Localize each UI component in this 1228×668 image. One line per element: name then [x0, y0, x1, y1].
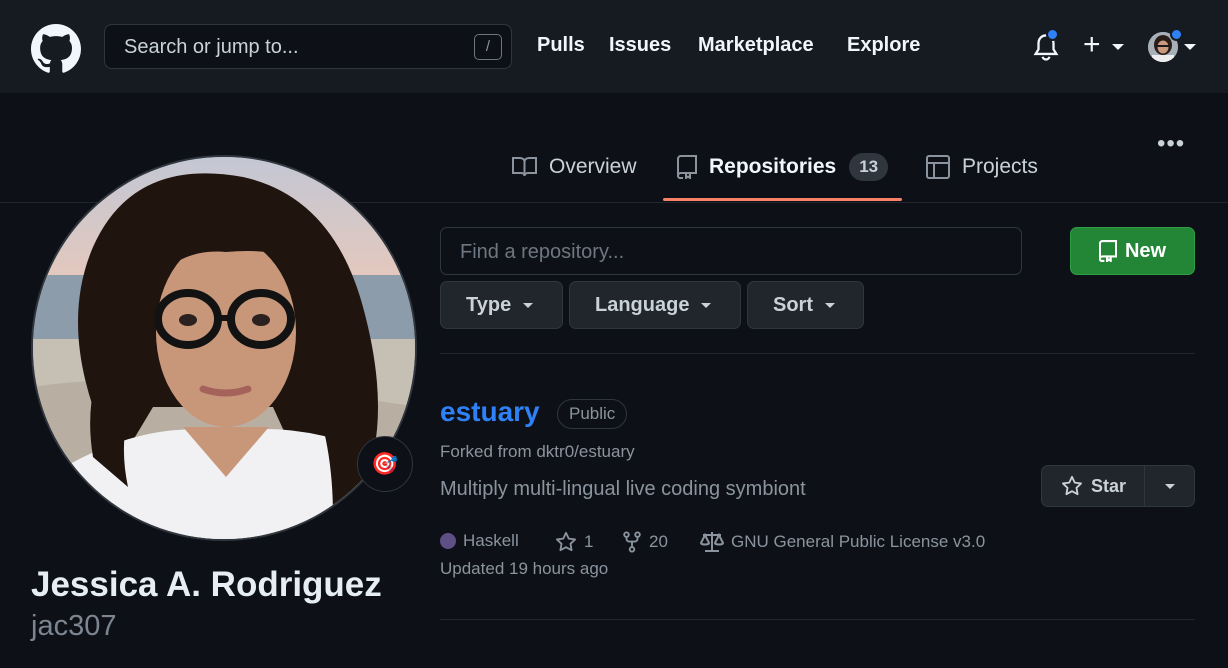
chevron-down-icon: [523, 302, 534, 308]
nav-explore[interactable]: Explore: [847, 34, 920, 57]
tab-repositories[interactable]: Repositories 13: [677, 152, 889, 182]
list-divider: [440, 619, 1195, 620]
star-icon: [556, 531, 576, 552]
book-icon: [512, 157, 537, 177]
create-new-plus-icon[interactable]: +: [1083, 30, 1101, 60]
nav-issues[interactable]: Issues: [609, 34, 671, 57]
search-input[interactable]: Search or jump to... /: [104, 24, 512, 69]
repo-license-label: GNU General Public License v3.0: [731, 532, 986, 551]
nav-marketplace[interactable]: Marketplace: [698, 34, 814, 57]
tab-overview[interactable]: Overview: [512, 152, 637, 182]
profile-avatar[interactable]: [31, 155, 417, 541]
search-shortcut-key: /: [474, 34, 502, 60]
repo-icon: [1098, 240, 1117, 262]
repo-description: Multiply multi-lingual live coding symbi…: [440, 478, 806, 500]
star-button-group: Star: [1041, 465, 1195, 507]
chevron-down-icon: [701, 302, 712, 308]
github-logo-icon[interactable]: [31, 24, 81, 74]
repo-language-label: Haskell: [463, 531, 519, 550]
notification-unread-dot: [1046, 28, 1059, 41]
repo-forked-from[interactable]: Forked from dktr0/estuary: [440, 442, 635, 462]
repo-forks-link[interactable]: 20: [622, 531, 668, 553]
new-repository-button[interactable]: New: [1070, 227, 1195, 275]
star-button-label: Star: [1091, 475, 1127, 496]
repo-stars-count: 1: [584, 532, 594, 551]
repo-stars-link[interactable]: 1: [555, 531, 593, 553]
tab-projects[interactable]: Projects: [926, 152, 1038, 182]
language-filter-dropdown[interactable]: Language: [569, 281, 741, 329]
profile-username: jac307: [31, 610, 117, 642]
project-table-icon: [926, 155, 950, 179]
find-repository-input[interactable]: Find a repository...: [440, 227, 1022, 275]
repo-visibility-badge: Public: [557, 399, 628, 429]
list-divider: [440, 353, 1195, 354]
find-repository-placeholder: Find a repository...: [460, 241, 625, 263]
sort-filter-dropdown[interactable]: Sort: [747, 281, 864, 329]
type-filter-label: Type: [466, 293, 512, 316]
new-button-label: New: [1124, 239, 1167, 262]
repo-language: Haskell: [440, 531, 519, 551]
global-header: Search or jump to... / Pulls Issues Mark…: [0, 0, 1228, 93]
repo-license: GNU General Public License v3.0: [700, 531, 985, 553]
profile-full-name: Jessica A. Rodriguez: [31, 565, 382, 604]
sort-filter-label: Sort: [773, 293, 813, 316]
star-lists-dropdown[interactable]: [1145, 466, 1195, 506]
profile-status-emoji[interactable]: 🎯: [357, 436, 413, 492]
search-placeholder: Search or jump to...: [124, 36, 299, 58]
star-button[interactable]: Star: [1042, 466, 1144, 506]
create-dropdown-chevron-icon[interactable]: [1112, 44, 1124, 50]
more-options-kebab-icon[interactable]: •••: [1157, 130, 1185, 158]
chevron-down-icon: [825, 302, 835, 308]
chevron-down-icon: [1165, 484, 1175, 489]
active-tab-underline: [663, 198, 902, 201]
repo-name-link[interactable]: estuary: [440, 396, 540, 428]
repositories-count-badge: 13: [849, 153, 889, 181]
type-filter-dropdown[interactable]: Type: [440, 281, 563, 329]
nav-pulls[interactable]: Pulls: [537, 34, 585, 57]
repo-icon: [677, 155, 697, 179]
language-filter-label: Language: [595, 293, 690, 316]
fork-icon: [623, 531, 641, 553]
user-status-dot: [1170, 28, 1183, 41]
tab-overview-label: Overview: [549, 155, 637, 178]
tab-repositories-label: Repositories: [709, 155, 837, 178]
star-icon: [1062, 475, 1082, 496]
language-color-dot: [440, 533, 456, 549]
user-menu-chevron-icon[interactable]: [1184, 44, 1196, 50]
repo-updated-time: Updated 19 hours ago: [440, 559, 609, 578]
repo-forks-count: 20: [649, 532, 668, 551]
law-scale-icon: [700, 532, 724, 552]
tab-projects-label: Projects: [962, 155, 1038, 178]
